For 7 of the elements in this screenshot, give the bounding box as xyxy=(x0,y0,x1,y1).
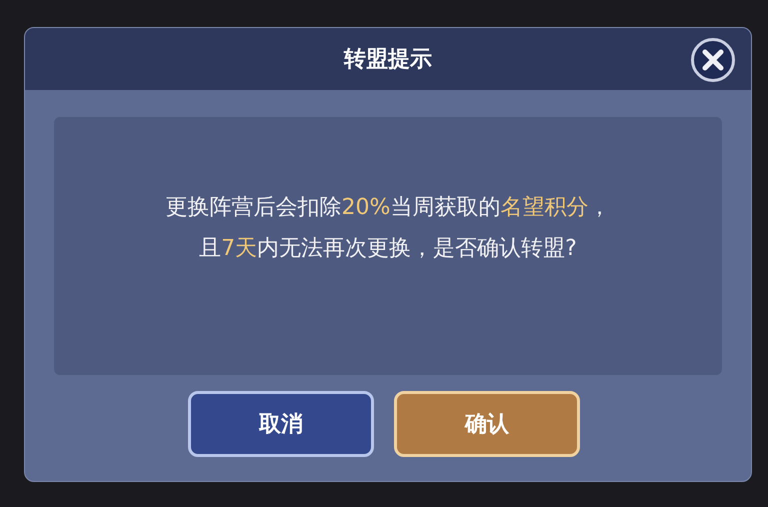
dialog-title: 转盟提示 xyxy=(344,46,432,74)
confirm-button[interactable]: 确认 xyxy=(394,391,580,457)
message-text: 且7天内无法再次更换，是否确认转盟? xyxy=(199,235,577,263)
close-icon xyxy=(701,48,725,72)
cancel-button[interactable]: 取消 xyxy=(188,391,374,457)
message-text: 更换阵营后会扣除20%当周获取的名望积分， xyxy=(166,194,610,222)
close-button[interactable] xyxy=(691,38,735,82)
